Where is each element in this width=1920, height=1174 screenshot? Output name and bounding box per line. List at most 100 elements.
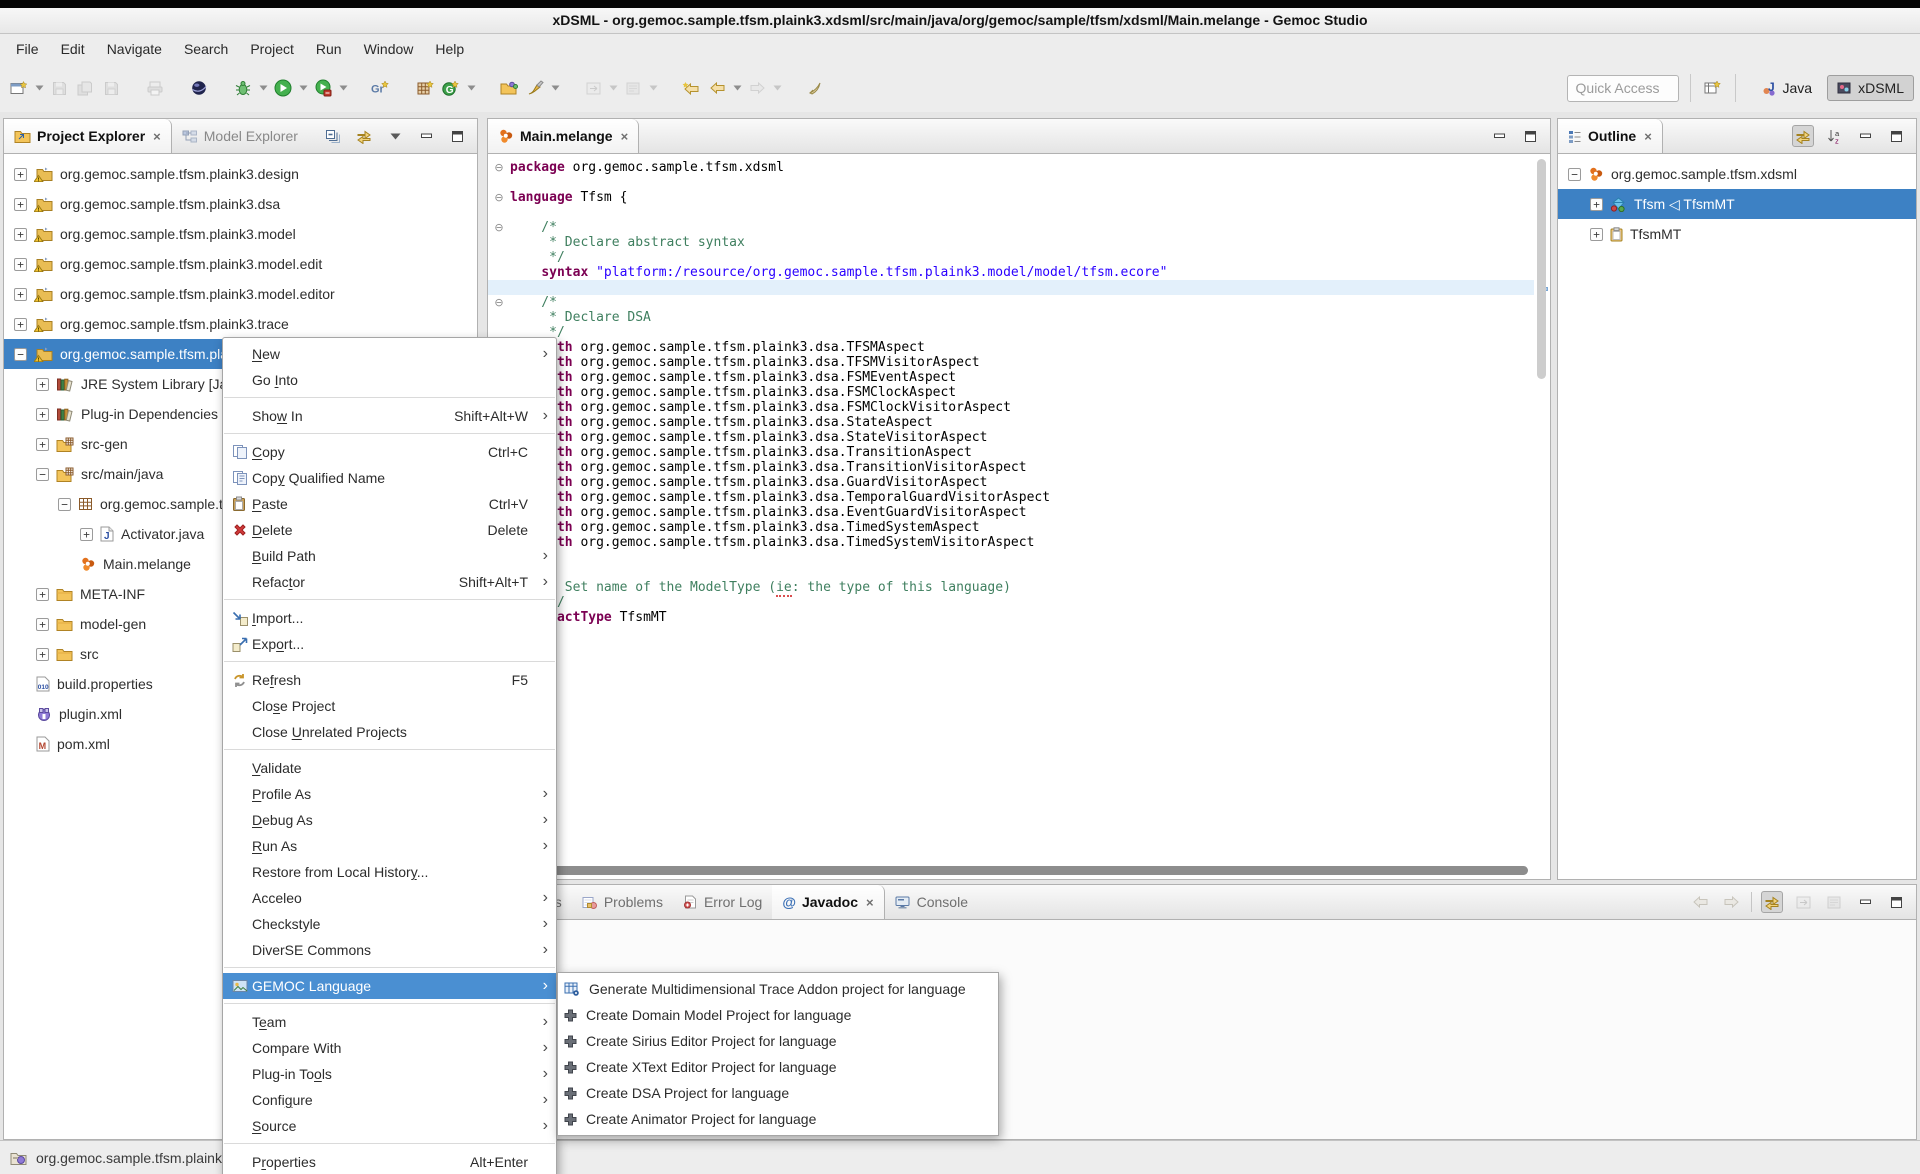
menu-item-export[interactable]: Export...	[223, 631, 556, 657]
code-line[interactable]: * Set name of the ModelType (ie: the typ…	[488, 580, 1534, 595]
open-melange-element-icon[interactable]	[496, 73, 522, 103]
minimize-icon[interactable]	[415, 125, 437, 147]
menu-item-plug-in-tools[interactable]: Plug-in Tools›	[223, 1061, 556, 1087]
menu-item-profile-as[interactable]: Profile As›	[223, 781, 556, 807]
menu-item-diverse-commons[interactable]: DiverSE Commons›	[223, 937, 556, 963]
tab-javadoc[interactable]: @Javadoc×	[772, 885, 884, 919]
expand-toggle[interactable]: +	[36, 618, 49, 631]
submenu-item-create-dsa-project-for-language[interactable]: Create DSA Project for language	[558, 1080, 998, 1106]
menu-item-import[interactable]: Import...	[223, 605, 556, 631]
menu-run[interactable]: Run	[305, 36, 353, 62]
minimize-icon[interactable]	[1488, 125, 1510, 147]
debug-menu-icon[interactable]	[256, 73, 270, 103]
fold-toggle[interactable]: ⊖	[488, 295, 510, 310]
link-with-editor-icon[interactable]	[1761, 891, 1783, 913]
code-line[interactable]: ⊖ /*	[488, 565, 1534, 580]
format-brush-icon[interactable]	[522, 73, 548, 103]
menu-item-refactor[interactable]: RefactorShift+Alt+T›	[223, 569, 556, 595]
view-menu-icon[interactable]	[384, 125, 406, 147]
code-line[interactable]: ⊖language Tfsm {	[488, 190, 1534, 205]
new-gemoc-project-icon[interactable]: Gr	[368, 73, 394, 103]
collapse-all-icon[interactable]	[322, 125, 344, 147]
menu-item-close-project[interactable]: Close Project	[223, 693, 556, 719]
code-line[interactable]: */	[488, 250, 1534, 265]
debug-icon[interactable]	[230, 73, 256, 103]
collapse-toggle[interactable]: −	[36, 468, 49, 481]
code-line[interactable]: with org.gemoc.sample.tfsm.plaink3.dsa.T…	[488, 490, 1534, 505]
code-line[interactable]	[488, 550, 1534, 565]
expand-toggle[interactable]: +	[14, 258, 27, 271]
menu-edit[interactable]: Edit	[50, 36, 96, 62]
link-with-editor-icon[interactable]	[1792, 125, 1814, 147]
editor-horizontal-scrollbar[interactable]	[490, 866, 1528, 875]
maximize-icon[interactable]	[1885, 125, 1907, 147]
new-wizard-icon[interactable]	[6, 73, 32, 103]
tree-item-org-gemoc-sample-tfsm-plaink3-trace[interactable]: +org.gemoc.sample.tfsm.plaink3.trace	[4, 309, 477, 339]
menu-item-configure[interactable]: Configure›	[223, 1087, 556, 1113]
collapse-toggle[interactable]: −	[58, 498, 71, 511]
minimize-icon[interactable]	[1854, 891, 1876, 913]
code-line[interactable]: syntax "platform:/resource/org.gemoc.sam…	[488, 265, 1534, 280]
menu-item-run-as[interactable]: Run As›	[223, 833, 556, 859]
mark-occurrences-icon[interactable]	[802, 73, 828, 103]
tree-item-org-gemoc-sample-tfsm-plaink3-design[interactable]: +org.gemoc.sample.tfsm.plaink3.design	[4, 159, 477, 189]
code-line[interactable]: with org.gemoc.sample.tfsm.plaink3.dsa.T…	[488, 460, 1534, 475]
new-wizard-menu-icon[interactable]	[32, 73, 46, 103]
menu-window[interactable]: Window	[353, 36, 425, 62]
code-line[interactable]: with org.gemoc.sample.tfsm.plaink3.dsa.T…	[488, 535, 1534, 550]
quick-access-input[interactable]	[1567, 75, 1679, 102]
submenu-item-generate-multidimensional-trace-addon-project-for-language[interactable]: Generate Multidimensional Trace Addon pr…	[558, 976, 998, 1002]
melange-code-editor[interactable]: ⊖package org.gemoc.sample.tfsm.xdsml ⊖lan…	[488, 154, 1534, 863]
menu-item-validate[interactable]: Validate	[223, 755, 556, 781]
code-line[interactable]	[488, 280, 1534, 295]
code-line[interactable]: with org.gemoc.sample.tfsm.plaink3.dsa.T…	[488, 445, 1534, 460]
code-line[interactable]: ⊖ /*	[488, 220, 1534, 235]
code-line[interactable]: */	[488, 325, 1534, 340]
menu-item-acceleo[interactable]: Acceleo›	[223, 885, 556, 911]
acceleo-sphere-icon[interactable]	[186, 73, 212, 103]
new-class-icon[interactable]: G	[438, 73, 464, 103]
code-line[interactable]: with org.gemoc.sample.tfsm.plaink3.dsa.T…	[488, 520, 1534, 535]
collapse-toggle[interactable]: −	[1568, 168, 1581, 181]
tree-item-org-gemoc-sample-tfsm-xdsml[interactable]: −org.gemoc.sample.tfsm.xdsml	[1558, 159, 1916, 189]
external-tools-icon[interactable]	[310, 73, 336, 103]
expand-toggle[interactable]: +	[1590, 228, 1603, 241]
tree-item-tfsm-tfsmmt[interactable]: +Tfsm ◁ TfsmMT	[1558, 189, 1916, 219]
expand-toggle[interactable]: +	[14, 198, 27, 211]
menu-item-close-unrelated-projects[interactable]: Close Unrelated Projects	[223, 719, 556, 745]
submenu-item-create-xtext-editor-project-for-language[interactable]: Create XText Editor Project for language	[558, 1054, 998, 1080]
expand-toggle[interactable]: +	[14, 168, 27, 181]
menu-item-debug-as[interactable]: Debug As›	[223, 807, 556, 833]
maximize-icon[interactable]	[1885, 891, 1907, 913]
close-icon[interactable]: ×	[153, 129, 161, 144]
menu-project[interactable]: Project	[239, 36, 305, 62]
code-line[interactable]: with org.gemoc.sample.tfsm.plaink3.dsa.E…	[488, 505, 1534, 520]
code-line[interactable]: */	[488, 595, 1534, 610]
menu-item-new[interactable]: New›	[223, 341, 556, 367]
tab-project-explorer[interactable]: Project Explorer ×	[4, 119, 172, 153]
run-menu-icon[interactable]	[296, 73, 310, 103]
code-line[interactable]: ⊖package org.gemoc.sample.tfsm.xdsml	[488, 160, 1534, 175]
tree-item-org-gemoc-sample-tfsm-plaink3-dsa[interactable]: +org.gemoc.sample.tfsm.plaink3.dsa	[4, 189, 477, 219]
new-java-project-icon[interactable]	[412, 73, 438, 103]
menu-navigate[interactable]: Navigate	[96, 36, 173, 62]
format-brush-menu-icon[interactable]	[548, 73, 562, 103]
fold-toggle[interactable]: ⊖	[488, 220, 510, 235]
back-menu-icon[interactable]	[730, 73, 744, 103]
menu-search[interactable]: Search	[173, 36, 239, 62]
menu-item-delete[interactable]: DeleteDelete	[223, 517, 556, 543]
open-perspective-icon[interactable]	[1702, 77, 1724, 99]
link-with-editor-icon[interactable]	[353, 125, 375, 147]
new-class-menu-icon[interactable]	[464, 73, 478, 103]
menu-item-checkstyle[interactable]: Checkstyle›	[223, 911, 556, 937]
editor-vertical-scrollbar[interactable]	[1537, 159, 1546, 379]
code-line[interactable]: exactType TfsmMT	[488, 610, 1534, 625]
menu-item-go-into[interactable]: Go Into	[223, 367, 556, 393]
code-line[interactable]: * Declare abstract syntax	[488, 235, 1534, 250]
expand-toggle[interactable]: +	[36, 438, 49, 451]
menu-help[interactable]: Help	[424, 36, 475, 62]
code-line[interactable]: * Declare DSA	[488, 310, 1534, 325]
submenu-item-create-animator-project-for-language[interactable]: Create Animator Project for language	[558, 1106, 998, 1132]
close-icon[interactable]: ×	[1644, 129, 1652, 144]
tree-item-org-gemoc-sample-tfsm-plaink3-model-edit[interactable]: +org.gemoc.sample.tfsm.plaink3.model.edi…	[4, 249, 477, 279]
